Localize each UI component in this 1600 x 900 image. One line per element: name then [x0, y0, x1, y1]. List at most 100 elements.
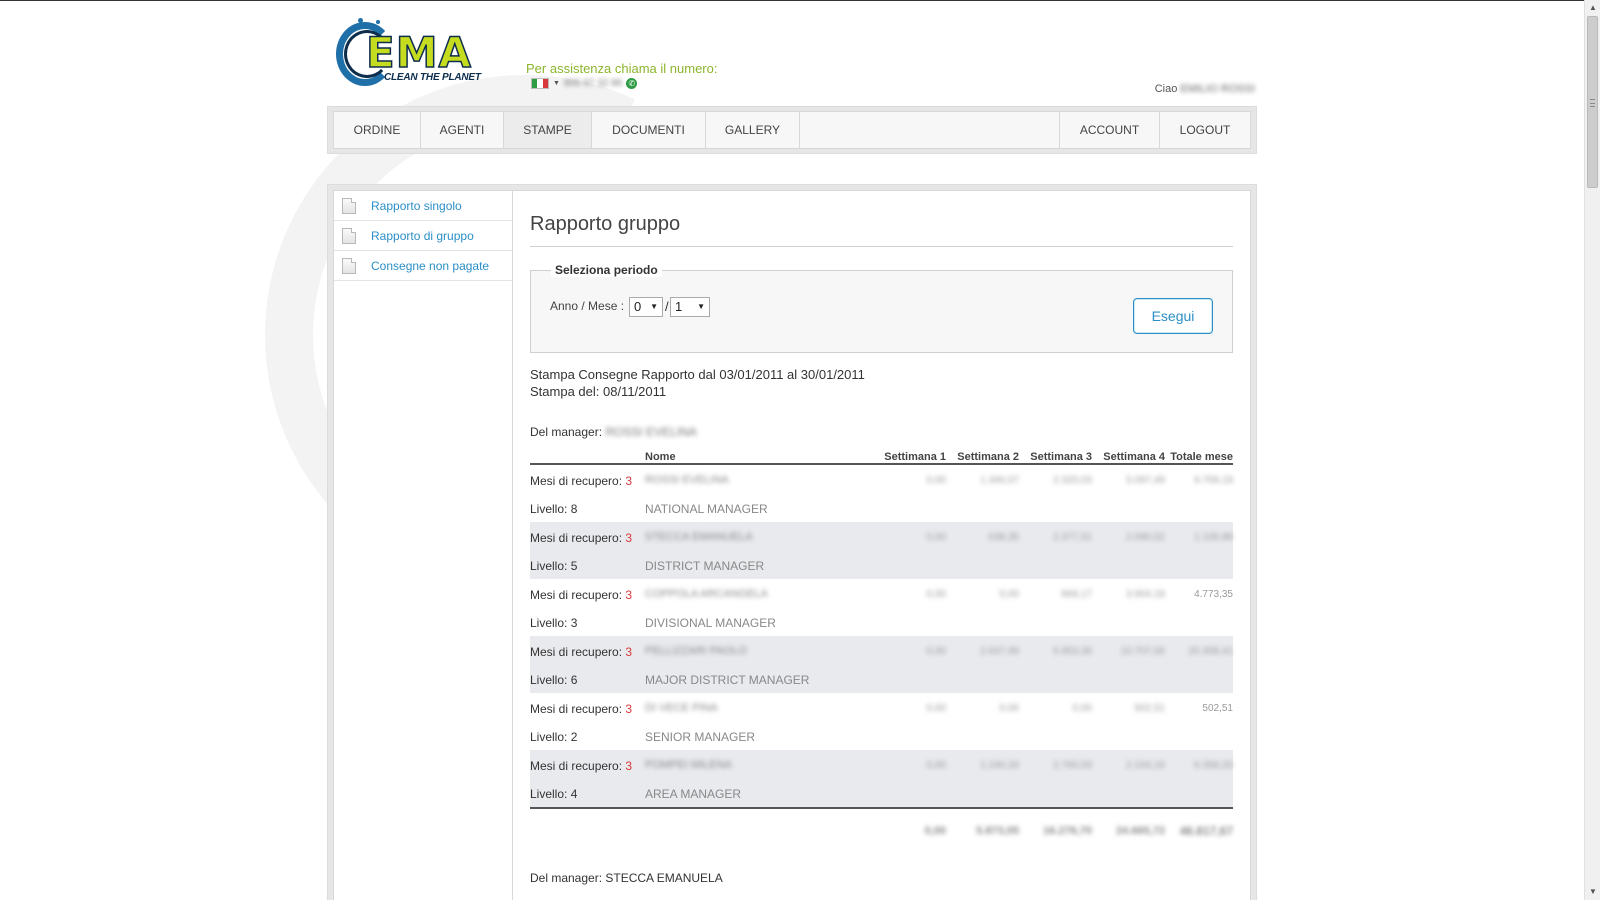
nav-gallery[interactable]: GALLERY	[706, 112, 800, 148]
nav-logout[interactable]: LOGOUT	[1160, 112, 1250, 148]
title-divider	[530, 246, 1233, 247]
month-total-value: 9.769,19	[1194, 475, 1233, 486]
recovery-label: Mesi di recupero:	[530, 588, 623, 602]
document-icon	[342, 227, 356, 244]
table-row: Mesi di recupero: 3 Livello: 3 COPPOLA A…	[530, 579, 1233, 636]
recovery-months: Mesi di recupero: 3	[530, 531, 632, 545]
week-3-value: 2.760,03	[1053, 760, 1092, 771]
week-4-value: 3.904,18	[1126, 589, 1165, 600]
ema-logo[interactable]: EMA CLEAN THE PLANET	[336, 18, 486, 88]
scroll-down-arrow-icon[interactable]: ▼	[1585, 885, 1600, 899]
print-date: Stampa del: 08/11/2011	[530, 384, 667, 399]
header-totale-mese: Totale mese	[1170, 451, 1233, 463]
phone-selector[interactable]: ▼ 800 97 32 86 ✆	[531, 76, 638, 90]
chevron-down-icon[interactable]: ▼	[553, 80, 560, 87]
sidebar-item-label[interactable]: Consegne non pagate	[371, 259, 489, 273]
agent-name: ROSSI EVELINA	[645, 474, 729, 486]
grip-icon	[1590, 99, 1595, 107]
agent-role: DIVISIONAL MANAGER	[645, 616, 776, 630]
week-1-value: 0,00	[926, 589, 946, 600]
report-range: Stampa Consegne Rapporto dal 03/01/2011 …	[530, 367, 865, 382]
scroll-up-arrow-icon[interactable]: ▲	[1585, 1, 1600, 15]
esegui-button[interactable]: Esegui	[1133, 298, 1213, 334]
nav-inner: ORDINE AGENTI STAMPE DOCUMENTI GALLERY A…	[333, 111, 1251, 149]
level: Livello: 4	[530, 787, 578, 801]
week-1-value: 0,00	[926, 760, 946, 771]
week-2-value: 1.340,07	[980, 475, 1019, 486]
page-scrollbar[interactable]: ▲ ▼	[1584, 0, 1600, 900]
recovery-label: Mesi di recupero:	[530, 702, 623, 716]
recovery-label: Mesi di recupero:	[530, 759, 623, 773]
manager-line: Del manager: ROSSI EVELINA	[530, 425, 697, 439]
period-fieldset: Seleziona periodo Anno / Mese : 0 ▼ / 1 …	[530, 263, 1233, 353]
table-row: Mesi di recupero: 3 Livello: 4 POMPEI MI…	[530, 750, 1233, 807]
header-settimana-2: Settimana 2	[957, 451, 1019, 463]
month-total-value: 1.105,88	[1194, 532, 1233, 543]
recovery-value: 3	[625, 702, 633, 716]
week-1-value: 0,00	[926, 646, 946, 657]
month-total-value: 502,51	[1202, 703, 1233, 714]
header-settimana-1: Settimana 1	[884, 451, 946, 463]
sidebar-item-consegne-non-pagate[interactable]: Consegne non pagate	[334, 251, 512, 281]
week-2-value: 2.647,49	[980, 646, 1019, 657]
sidebar-item-label[interactable]: Rapporto singolo	[371, 199, 462, 213]
user-name: EMILIO ROSSI	[1180, 83, 1255, 95]
week-4-value: 10.707,56	[1120, 646, 1166, 657]
phone-icon[interactable]: ✆	[626, 77, 638, 89]
agent-role: AREA MANAGER	[645, 787, 742, 801]
recovery-months: Mesi di recupero: 3	[530, 702, 632, 716]
chevron-down-icon: ▼	[650, 302, 658, 311]
recovery-value: 3	[625, 531, 633, 545]
sidebar-item-rapporto-singolo[interactable]: Rapporto singolo	[334, 191, 512, 221]
agent-name: DI VECE PINA	[645, 702, 718, 714]
level: Livello: 6	[530, 673, 578, 687]
recovery-value: 3	[625, 759, 633, 773]
month-select[interactable]: 1 ▼	[670, 297, 710, 317]
table-footer: 0,00 5.873,05 16.276,70 24.665,72 46.817…	[530, 807, 1233, 867]
nav-documenti[interactable]: DOCUMENTI	[592, 112, 706, 148]
nav-ordine[interactable]: ORDINE	[334, 112, 421, 148]
sidebar-item-rapporto-di-gruppo[interactable]: Rapporto di gruppo	[334, 221, 512, 251]
total-week-2: 5.873,05	[976, 825, 1019, 837]
recovery-label: Mesi di recupero:	[530, 531, 623, 545]
week-4-value: 2.090,02	[1126, 532, 1165, 543]
sidebar-item-label[interactable]: Rapporto di gruppo	[371, 229, 474, 243]
logo-tagline: CLEAN THE PLANET	[384, 72, 481, 83]
assistance-label: Per assistenza chiama il numero:	[526, 61, 718, 76]
phone-number: 800 97 32 86	[563, 77, 623, 89]
level: Livello: 5	[530, 559, 578, 573]
recovery-label: Mesi di recupero:	[530, 474, 623, 488]
agent-name: STECCA EMANUELA	[645, 531, 753, 543]
document-icon	[342, 197, 356, 214]
table-row: Mesi di recupero: 3 Livello: 8 ROSSI EVE…	[530, 465, 1233, 522]
recovery-months: Mesi di recupero: 3	[530, 645, 632, 659]
nav-account[interactable]: ACCOUNT	[1060, 112, 1160, 148]
logo-drop	[358, 18, 363, 23]
period-separator: /	[665, 299, 669, 314]
recovery-months: Mesi di recupero: 3	[530, 474, 632, 488]
week-3-value: 2.377,51	[1053, 532, 1092, 543]
italy-flag-icon[interactable]	[531, 77, 549, 89]
total-week-3: 16.276,70	[1043, 825, 1092, 837]
scrollbar-thumb[interactable]	[1587, 16, 1598, 188]
sidebar: Rapporto singolo Rapporto di gruppo Cons…	[333, 190, 513, 900]
header-settimana-4: Settimana 4	[1103, 451, 1165, 463]
header-nome: Nome	[645, 451, 676, 463]
totals-divider	[530, 807, 1233, 809]
recovery-value: 3	[625, 588, 633, 602]
agent-role: NATIONAL MANAGER	[645, 502, 768, 516]
manager-label: Del manager:	[530, 425, 603, 439]
week-4-value: 502,51	[1134, 703, 1165, 714]
agent-name: PELLIZZARI PAOLO	[645, 645, 747, 657]
total-week-1: 0,00	[924, 825, 946, 837]
period-label: Anno / Mese :	[550, 299, 625, 313]
year-select[interactable]: 0 ▼	[629, 297, 663, 317]
nav-agenti[interactable]: AGENTI	[421, 112, 504, 148]
total-week-4: 24.665,72	[1116, 825, 1165, 837]
nav-stampe[interactable]: STAMPE	[504, 112, 592, 148]
agent-role: MAJOR DISTRICT MANAGER	[645, 673, 810, 687]
recovery-months: Mesi di recupero: 3	[530, 759, 632, 773]
table-row: Mesi di recupero: 3 Livello: 6 PELLIZZAR…	[530, 636, 1233, 693]
agent-name: POMPEI MILENA	[645, 759, 732, 771]
manager-name: ROSSI EVELINA	[605, 425, 697, 439]
